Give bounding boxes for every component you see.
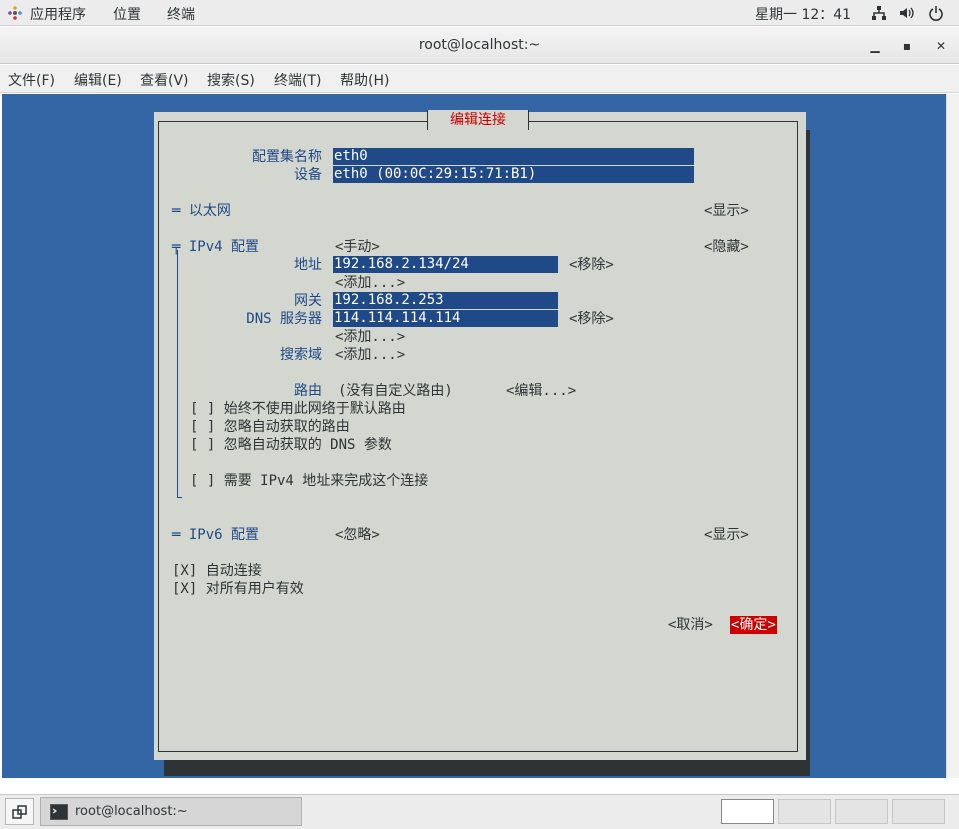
address-input[interactable]: 192.168.2.134/24: [333, 256, 558, 273]
require-ipv4-checkbox[interactable]: [ ] 需要 IPv4 地址来完成这个连接: [190, 472, 428, 490]
ipv4-section-label: ╤ IPv4 配置: [172, 239, 260, 255]
workspace-2[interactable]: [778, 799, 831, 824]
window-title: root@localhost:~: [418, 37, 541, 53]
auto-connect-checkbox[interactable]: [X] 自动连接: [172, 562, 262, 580]
routing-label: 路由: [294, 383, 322, 399]
search-domains-label: 搜索域: [280, 347, 322, 363]
cancel-button[interactable]: <取消>: [668, 616, 713, 634]
places-menu[interactable]: 位置: [113, 4, 141, 24]
device-label: 设备: [294, 167, 322, 183]
ethernet-section-label: ═ 以太网: [172, 203, 231, 219]
workspace-1[interactable]: [721, 799, 774, 824]
add-address-button[interactable]: <添加...>: [335, 274, 405, 292]
top-bar: 应用程序 位置 终端 星期一 12：41: [0, 0, 959, 26]
scrollbar[interactable]: [946, 94, 959, 778]
dns-label: DNS 服务器: [246, 311, 322, 327]
remove-dns-button[interactable]: <移除>: [569, 310, 614, 328]
dialog-title: 编辑连接: [450, 112, 506, 128]
never-default-checkbox[interactable]: [ ] 始终不使用此网络于默认路由: [190, 400, 406, 418]
minimize-icon[interactable]: ▁: [862, 33, 888, 59]
applications-menu[interactable]: 应用程序: [30, 4, 86, 24]
gateway-input[interactable]: 192.168.2.253: [333, 292, 558, 309]
menu-help[interactable]: 帮助(H): [340, 70, 389, 90]
menu-file[interactable]: 文件(F): [8, 70, 55, 90]
add-search-domain-button[interactable]: <添加...>: [335, 346, 405, 364]
apps-menu-icon[interactable]: [8, 6, 22, 20]
show-desktop-button[interactable]: [5, 798, 34, 825]
workspace-3[interactable]: [835, 799, 888, 824]
routing-value: (没有自定义路由): [338, 383, 453, 399]
menu-edit[interactable]: 编辑(E): [74, 70, 122, 90]
ignore-dns-checkbox[interactable]: [ ] 忽略自动获取的 DNS 参数: [190, 436, 392, 454]
ipv6-mode-button[interactable]: <忽略>: [335, 526, 380, 544]
ipv4-mode-button[interactable]: <手动>: [335, 238, 380, 256]
taskbar: root@localhost:~: [0, 794, 959, 829]
ipv4-section-line: [177, 250, 178, 498]
ipv4-section-line-end: [177, 497, 182, 498]
all-users-checkbox[interactable]: [X] 对所有用户有效: [172, 580, 304, 598]
profile-name-input[interactable]: eth0: [333, 148, 694, 165]
gateway-label: 网关: [294, 293, 322, 309]
menu-bar: 文件(F) 编辑(E) 查看(V) 搜索(S) 终端(T) 帮助(H): [0, 65, 959, 93]
taskbar-terminal-item[interactable]: root@localhost:~: [40, 797, 302, 826]
remove-address-button[interactable]: <移除>: [569, 256, 614, 274]
menu-view[interactable]: 查看(V): [140, 70, 189, 90]
clock[interactable]: 星期一 12：41: [755, 4, 851, 24]
ok-button[interactable]: <确定>: [730, 616, 777, 634]
close-icon[interactable]: ✕: [928, 33, 954, 59]
window-titlebar[interactable]: root@localhost:~ ▁ ▪ ✕: [0, 27, 959, 64]
terminal-icon: [50, 804, 68, 820]
taskbar-terminal-label: root@localhost:~: [75, 804, 188, 819]
ignore-routes-checkbox[interactable]: [ ] 忽略自动获取的路由: [190, 418, 350, 436]
maximize-icon[interactable]: ▪: [894, 33, 920, 59]
ipv6-section-label: ═ IPv6 配置: [172, 527, 260, 543]
network-icon[interactable]: [871, 5, 887, 21]
profile-name-label: 配置集名称: [252, 149, 322, 165]
workspace-4[interactable]: [892, 799, 945, 824]
ethernet-show-button[interactable]: <显示>: [704, 202, 749, 220]
volume-icon[interactable]: [898, 5, 914, 21]
ipv6-show-button[interactable]: <显示>: [704, 526, 749, 544]
add-dns-button[interactable]: <添加...>: [335, 328, 405, 346]
power-icon[interactable]: [928, 5, 944, 21]
routing-edit-button[interactable]: <编辑...>: [506, 382, 576, 400]
menu-terminal[interactable]: 终端(T): [274, 70, 321, 90]
terminal-app-menu[interactable]: 终端: [167, 4, 195, 24]
addresses-label: 地址: [294, 257, 322, 273]
ipv4-hide-button[interactable]: <隐藏>: [704, 238, 749, 256]
device-input[interactable]: eth0 (00:0C:29:15:71:B1): [333, 166, 694, 183]
menu-search[interactable]: 搜索(S): [207, 70, 255, 90]
show-desktop-icon: [12, 805, 27, 819]
dns-input[interactable]: 114.114.114.114: [333, 310, 558, 327]
